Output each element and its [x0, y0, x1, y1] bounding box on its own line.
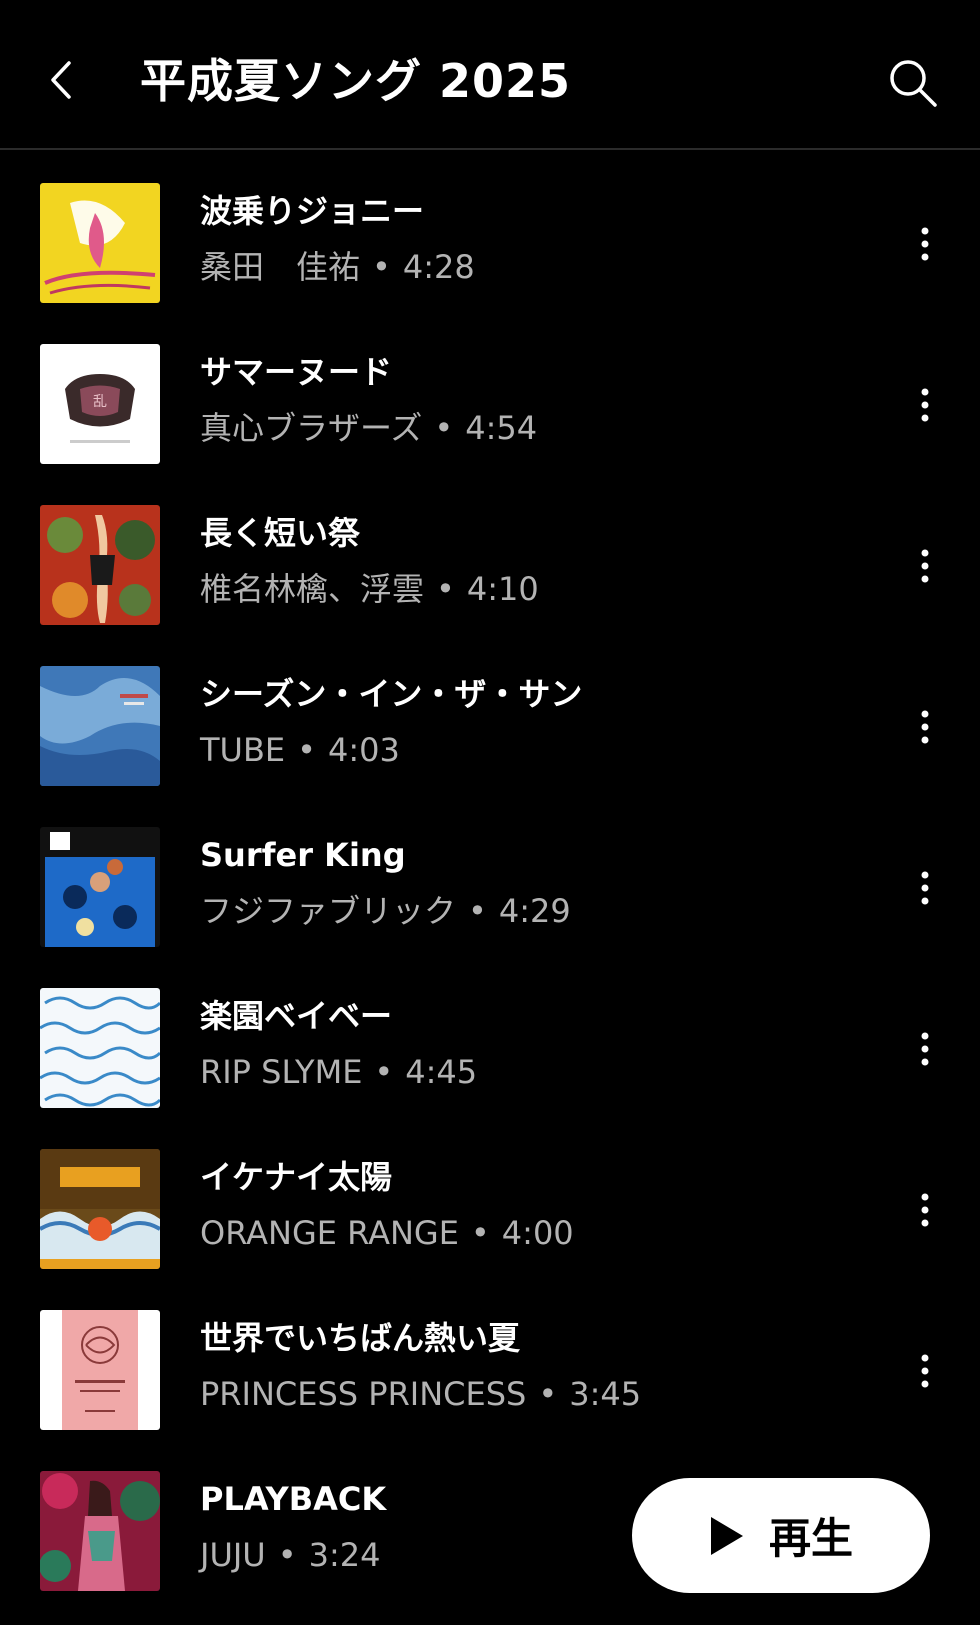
- play-icon: [710, 1516, 743, 1555]
- album-cover: 乱: [40, 344, 160, 464]
- track-row[interactable]: 波乗りジョニー 桑田 佳祐 • 4:28: [0, 150, 980, 310]
- more-options-button[interactable]: [900, 1333, 950, 1409]
- more-options-button[interactable]: [900, 1172, 950, 1248]
- separator-dot: •: [277, 1536, 297, 1574]
- separator-dot: •: [297, 731, 317, 769]
- track-row[interactable]: 世界でいちばん熱い夏 PRINCESS PRINCESS • 3:45: [0, 1277, 980, 1437]
- more-vertical-icon: [921, 227, 929, 261]
- separator-dot: •: [434, 409, 454, 447]
- album-cover: [40, 1149, 160, 1269]
- track-artist: 桑田 佳祐: [200, 248, 361, 286]
- track-subtitle: TUBE • 4:03: [200, 727, 400, 773]
- track-title: 世界でいちばん熱い夏: [200, 1319, 521, 1357]
- track-row[interactable]: 楽園ベイベー RIP SLYME • 4:45: [0, 955, 980, 1115]
- track-subtitle: ORANGE RANGE • 4:00: [200, 1210, 574, 1256]
- track-duration: 4:00: [501, 1214, 574, 1252]
- track-row[interactable]: イケナイ太陽 ORANGE RANGE • 4:00: [0, 1116, 980, 1276]
- album-cover: [40, 183, 160, 303]
- more-vertical-icon: [921, 710, 929, 744]
- track-duration: 4:10: [466, 570, 539, 608]
- more-options-button[interactable]: [900, 1011, 950, 1087]
- track-artist: ORANGE RANGE: [200, 1214, 459, 1252]
- album-cover: [40, 1310, 160, 1430]
- track-duration: 4:54: [465, 409, 538, 447]
- track-row[interactable]: Surfer King フジファブリック • 4:29: [0, 794, 980, 954]
- app-header: 平成夏ソング 2025: [0, 0, 980, 150]
- play-button[interactable]: 再生: [632, 1478, 930, 1593]
- track-artist: フジファブリック: [200, 892, 457, 930]
- track-artist: TUBE: [200, 731, 286, 769]
- search-button[interactable]: [878, 48, 948, 118]
- track-title: 楽園ベイベー: [200, 997, 393, 1035]
- back-button[interactable]: [30, 45, 90, 115]
- separator-dot: •: [468, 892, 487, 930]
- album-cover: [40, 988, 160, 1108]
- track-duration: 3:45: [569, 1375, 642, 1413]
- more-options-button[interactable]: [900, 689, 950, 765]
- more-vertical-icon: [921, 1193, 929, 1227]
- more-vertical-icon: [921, 871, 929, 905]
- more-vertical-icon: [921, 388, 929, 422]
- track-title: 長く短い祭: [200, 514, 361, 552]
- more-vertical-icon: [921, 549, 929, 583]
- separator-dot: •: [374, 1053, 394, 1091]
- track-title: PLAYBACK: [200, 1480, 387, 1518]
- track-artist: 椎名林檎、浮雲: [200, 570, 425, 608]
- album-cover: [40, 1471, 160, 1591]
- track-title: イケナイ太陽: [200, 1158, 393, 1196]
- more-options-button[interactable]: [900, 528, 950, 604]
- more-vertical-icon: [921, 1032, 929, 1066]
- album-cover: [40, 505, 160, 625]
- track-subtitle: 真心ブラザーズ • 4:54: [200, 405, 537, 451]
- more-options-button[interactable]: [900, 206, 950, 282]
- track-subtitle: 桑田 佳祐 • 4:28: [200, 244, 475, 290]
- page-title: 平成夏ソング 2025: [140, 54, 572, 108]
- track-duration: 3:24: [308, 1536, 381, 1574]
- track-title: サマーヌード: [200, 353, 393, 391]
- track-title: 波乗りジョニー: [200, 192, 425, 230]
- chevron-left-icon: [51, 61, 71, 99]
- track-subtitle: RIP SLYME • 4:45: [200, 1049, 477, 1095]
- track-subtitle: JUJU • 3:24: [200, 1532, 380, 1578]
- track-artist: RIP SLYME: [200, 1053, 363, 1091]
- track-subtitle: 椎名林檎、浮雲 • 4:10: [200, 566, 539, 612]
- separator-dot: •: [372, 248, 391, 286]
- track-duration: 4:03: [328, 731, 400, 769]
- album-cover: [40, 666, 160, 786]
- more-options-button[interactable]: [900, 850, 950, 926]
- track-row[interactable]: 長く短い祭 椎名林檎、浮雲 • 4:10: [0, 472, 980, 632]
- album-cover: [40, 827, 160, 947]
- play-button-label: 再生: [768, 1514, 853, 1563]
- more-vertical-icon: [921, 1354, 929, 1388]
- more-options-button[interactable]: [900, 367, 950, 443]
- track-duration: 4:29: [498, 892, 571, 930]
- track-title: Surfer King: [200, 836, 406, 874]
- separator-dot: •: [470, 1214, 490, 1252]
- track-artist: JUJU: [200, 1536, 266, 1574]
- track-artist: PRINCESS PRINCESS: [200, 1375, 527, 1413]
- track-subtitle: フジファブリック • 4:29: [200, 888, 571, 934]
- separator-dot: •: [436, 570, 455, 608]
- track-subtitle: PRINCESS PRINCESS • 3:45: [200, 1371, 641, 1417]
- track-row[interactable]: シーズン・イン・ザ・サン TUBE • 4:03: [0, 633, 980, 793]
- track-duration: 4:45: [405, 1053, 478, 1091]
- track-title: シーズン・イン・ザ・サン: [200, 675, 583, 713]
- separator-dot: •: [538, 1375, 558, 1413]
- track-row[interactable]: 乱 サマーヌード 真心ブラザーズ • 4:54: [0, 311, 980, 471]
- track-duration: 4:28: [402, 248, 475, 286]
- svg-text:乱: 乱: [93, 394, 107, 410]
- track-artist: 真心ブラザーズ: [200, 409, 423, 447]
- search-icon: [890, 60, 937, 107]
